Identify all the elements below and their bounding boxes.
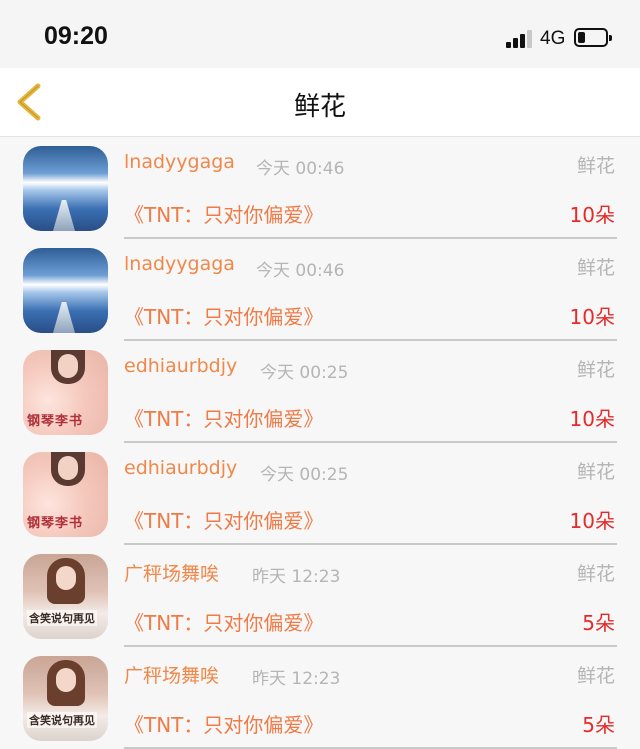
status-time: 09:20	[44, 22, 108, 50]
song-title-link[interactable]: 《TNT：只对你偏爱》	[124, 709, 323, 738]
username[interactable]: lnadyygaga	[124, 253, 235, 275]
avatar-caption: 钢琴李书	[27, 414, 84, 429]
avatar[interactable]: 含笑说句再见	[23, 656, 108, 741]
gift-count: 5朵	[582, 713, 615, 737]
username[interactable]: 广秤场舞唉	[124, 661, 219, 688]
username[interactable]: edhiaurbdjy	[124, 457, 237, 479]
timestamp: 昨天 12:23	[252, 567, 341, 587]
avatar[interactable]: 钢琴李书	[23, 350, 108, 435]
avatar[interactable]	[23, 248, 108, 333]
gift-type: 鲜花	[576, 155, 615, 177]
list-item[interactable]: 含笑说句再见 广秤场舞唉 昨天 12:23 鲜花 《TNT：只对你偏爱》 5朵	[0, 545, 640, 647]
gift-count: 10朵	[569, 509, 615, 533]
network-type: 4G	[540, 28, 566, 49]
song-title-link[interactable]: 《TNT：只对你偏爱》	[124, 607, 323, 636]
list-item[interactable]: 钢琴李书 edhiaurbdjy 今天 00:25 鲜花 《TNT：只对你偏爱》…	[0, 443, 640, 545]
list-item[interactable]: 含笑说句再见 广秤场舞唉 昨天 12:23 鲜花 《TNT：只对你偏爱》 5朵	[0, 647, 640, 749]
gift-type: 鲜花	[576, 257, 615, 279]
timestamp: 今天 00:25	[260, 465, 349, 485]
list-item[interactable]: 钢琴李书 edhiaurbdjy 今天 00:25 鲜花 《TNT：只对你偏爱》…	[0, 341, 640, 443]
timestamp: 今天 00:46	[256, 159, 345, 179]
battery-icon	[574, 28, 612, 47]
list-item[interactable]: lnadyygaga 今天 00:46 鲜花 《TNT：只对你偏爱》 10朵	[0, 137, 640, 239]
gift-type: 鲜花	[576, 461, 615, 483]
avatar-caption: 含笑说句再见	[27, 610, 97, 626]
gift-count: 5朵	[582, 611, 615, 635]
song-title-link[interactable]: 《TNT：只对你偏爱》	[124, 403, 323, 432]
avatar[interactable]: 钢琴李书	[23, 452, 108, 537]
avatar[interactable]: 含笑说句再见	[23, 554, 108, 639]
signal-strength-icon	[506, 30, 534, 48]
song-title-link[interactable]: 《TNT：只对你偏爱》	[124, 505, 323, 534]
gift-count: 10朵	[569, 305, 615, 329]
gift-record-list: lnadyygaga 今天 00:46 鲜花 《TNT：只对你偏爱》 10朵 l…	[0, 137, 640, 749]
username[interactable]: 广秤场舞唉	[124, 559, 219, 586]
page-title: 鲜花	[293, 92, 346, 122]
username[interactable]: edhiaurbdjy	[124, 355, 237, 377]
timestamp: 今天 00:25	[260, 363, 349, 383]
timestamp: 今天 00:46	[256, 261, 345, 281]
avatar-caption: 钢琴李书	[27, 516, 84, 531]
status-bar: 09:20 4G	[0, 0, 640, 68]
list-item[interactable]: lnadyygaga 今天 00:46 鲜花 《TNT：只对你偏爱》 10朵	[0, 239, 640, 341]
gift-type: 鲜花	[576, 563, 615, 585]
song-title-link[interactable]: 《TNT：只对你偏爱》	[124, 301, 323, 330]
gift-type: 鲜花	[576, 359, 615, 381]
username[interactable]: lnadyygaga	[124, 151, 235, 173]
gift-type: 鲜花	[576, 665, 615, 687]
song-title-link[interactable]: 《TNT：只对你偏爱》	[124, 199, 323, 228]
timestamp: 昨天 12:23	[252, 669, 341, 689]
nav-bar: 鲜花	[0, 68, 640, 137]
gift-count: 10朵	[569, 407, 615, 431]
avatar-caption: 含笑说句再见	[27, 712, 97, 728]
gift-count: 10朵	[569, 203, 615, 227]
avatar[interactable]	[23, 146, 108, 231]
